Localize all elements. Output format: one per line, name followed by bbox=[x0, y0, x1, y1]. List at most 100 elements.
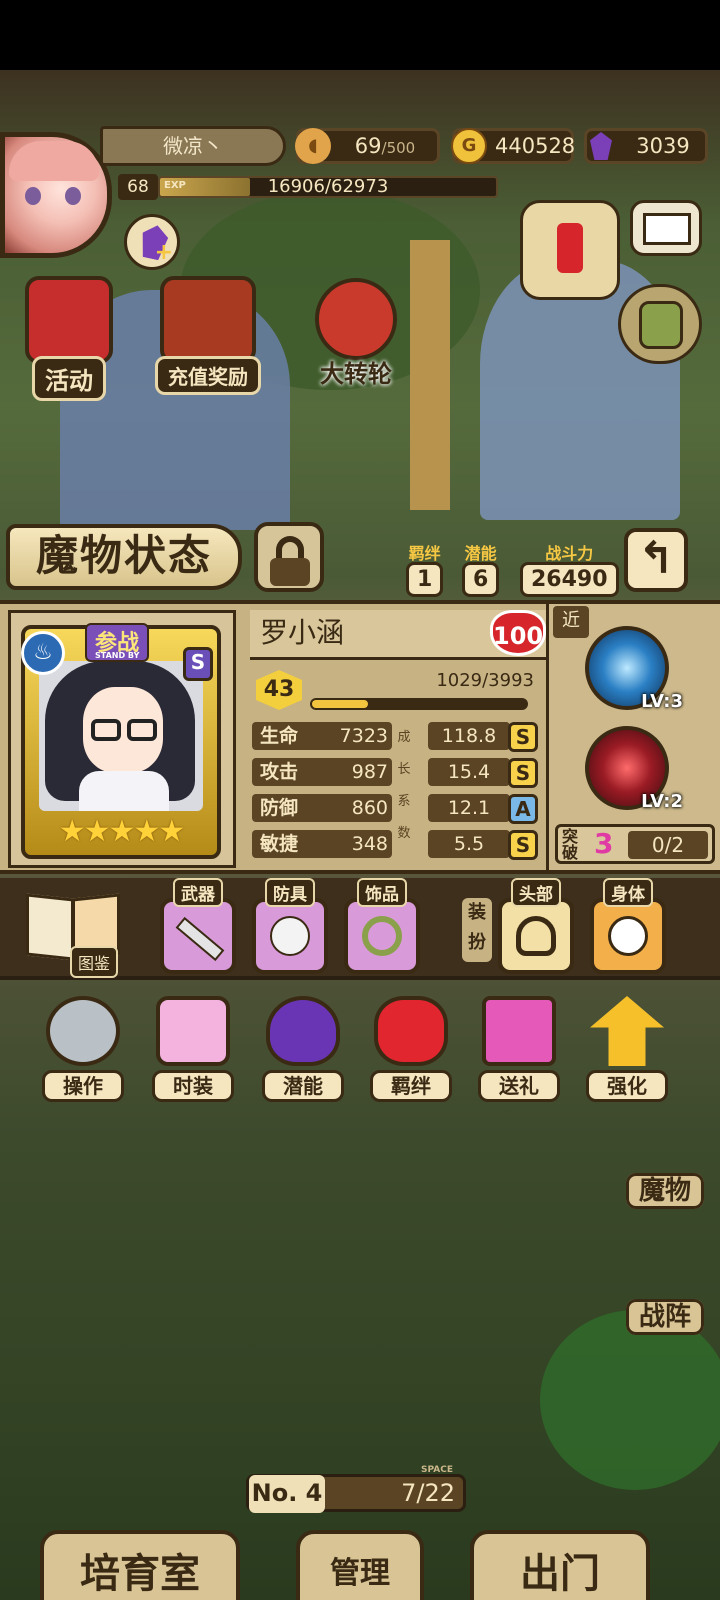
fashion-button[interactable]: 时装 bbox=[150, 990, 236, 1102]
quest-scroll-button[interactable] bbox=[520, 200, 620, 300]
standby-badge: 参战 STAND BY bbox=[85, 623, 150, 662]
expedition-tab[interactable]: 出门 bbox=[470, 1530, 650, 1600]
back-button[interactable]: ↰ bbox=[624, 528, 688, 592]
potential-button[interactable]: 潜能 bbox=[260, 990, 346, 1102]
growth-char: 系 bbox=[397, 794, 411, 809]
player-name[interactable]: 微凉丶 bbox=[100, 126, 286, 166]
monster-info: 罗小涵 100 43 1029/3993 生命 7323 118.8 S 攻击 … bbox=[246, 610, 546, 868]
bond-action-label: 羁绊 bbox=[370, 1070, 452, 1102]
collar-icon bbox=[608, 916, 648, 956]
weapon-slot[interactable]: 武器 bbox=[160, 878, 236, 974]
breakthrough-box[interactable]: 突破 3 0/2 bbox=[555, 824, 715, 864]
growth-char: 成 bbox=[397, 730, 411, 745]
monster-card[interactable]: 参战 STAND BY ♨ S ★★★★★ bbox=[21, 623, 221, 859]
codex-button[interactable]: 图鉴 bbox=[26, 892, 130, 978]
monster-image bbox=[39, 661, 203, 811]
enhance-label: 强化 bbox=[586, 1070, 668, 1102]
weapon-label: 武器 bbox=[173, 878, 223, 907]
monster-exp-bar bbox=[310, 698, 528, 710]
buy-gems-button[interactable]: + bbox=[124, 214, 180, 270]
stat-row-hp: 生命 7323 118.8 S bbox=[252, 722, 538, 752]
armor-slot[interactable]: 防具 bbox=[252, 878, 328, 974]
head-label: 头部 bbox=[511, 878, 561, 907]
game-scene: 微凉丶 ◖ 69/500 G 440528 3039 68 EXP 16906/… bbox=[0, 70, 720, 1600]
ring-icon bbox=[362, 916, 402, 956]
wrench-icon bbox=[175, 916, 225, 962]
body-slot[interactable]: 身体 bbox=[590, 878, 666, 974]
stamina-max: /500 bbox=[381, 139, 416, 157]
stamina-counter[interactable]: ◖ 69/500 bbox=[295, 128, 440, 164]
gold-value: 440528 bbox=[495, 134, 576, 158]
plus-icon: + bbox=[154, 240, 173, 265]
breakthrough-label: 突破 bbox=[562, 827, 579, 862]
recharge-rewards-label: 充值奖励 bbox=[155, 356, 261, 395]
shirt-icon bbox=[156, 996, 230, 1066]
player-exp-bar: EXP 16906/62973 bbox=[158, 176, 498, 198]
gift-box-icon bbox=[25, 276, 113, 364]
stamina-value: 69 bbox=[354, 134, 382, 158]
codex-label: 图鉴 bbox=[70, 946, 119, 978]
monster-detail-panel: 参战 STAND BY ♨ S ★★★★★ 罗小涵 100 43 1029/399… bbox=[0, 600, 720, 874]
growth-char: 数 bbox=[397, 826, 411, 841]
gold-counter[interactable]: G 440528 bbox=[451, 128, 576, 164]
power-value: 26490 bbox=[520, 562, 619, 597]
bottom-bar: No. 4 SPACE 7/22 培育室 管理 出门 bbox=[0, 1400, 720, 1600]
headband-icon bbox=[516, 916, 556, 956]
player-avatar[interactable] bbox=[0, 132, 112, 258]
stat-growth: 15.4 bbox=[428, 758, 510, 786]
fashion-label: 时装 bbox=[152, 1070, 234, 1102]
formation-nav-button[interactable]: 战阵 bbox=[625, 1296, 704, 1335]
monsters-nav-label: 魔物 bbox=[625, 1173, 704, 1209]
growth-char: 长 bbox=[397, 762, 411, 777]
treasure-chest-icon bbox=[160, 276, 256, 364]
bond-chip: 羁绊 1 bbox=[406, 540, 444, 597]
wheel-button[interactable]: 大转轮 bbox=[296, 278, 416, 391]
power-label: 战斗力 bbox=[545, 544, 594, 563]
demon-icon bbox=[266, 996, 340, 1066]
range-badge: 近 bbox=[553, 606, 589, 638]
enhance-button[interactable]: 强化 bbox=[584, 990, 670, 1102]
standby-sub-label: STAND BY bbox=[95, 651, 140, 660]
exclamation-icon bbox=[557, 223, 583, 273]
space-count: 7/22 bbox=[401, 1479, 455, 1507]
lock-icon bbox=[270, 558, 310, 586]
manage-tab[interactable]: 管理 bbox=[296, 1530, 424, 1600]
operation-button[interactable]: 操作 bbox=[40, 990, 126, 1102]
recharge-rewards-button[interactable]: 充值奖励 bbox=[150, 276, 266, 395]
back-arrow-icon: ↰ bbox=[637, 533, 675, 584]
stat-grade: A bbox=[508, 794, 538, 824]
robot-armor-icon bbox=[270, 916, 310, 956]
bond-value: 1 bbox=[406, 562, 444, 597]
bond-button[interactable]: 羁绊 bbox=[368, 990, 454, 1102]
nursery-tab[interactable]: 培育室 bbox=[40, 1530, 240, 1600]
monsters-nav-button[interactable]: 魔物 bbox=[625, 1170, 704, 1209]
action-row: 操作 时装 潜能 羁绊 送礼 强化 bbox=[0, 990, 720, 1110]
backpack-button[interactable] bbox=[618, 284, 702, 364]
events-button[interactable]: 活动 bbox=[14, 276, 124, 401]
gem-icon bbox=[583, 128, 619, 164]
gift-label: 送礼 bbox=[478, 1070, 560, 1102]
skill-slot-2[interactable]: LV:2 bbox=[585, 726, 683, 812]
affection-heart-icon: 100 bbox=[490, 610, 546, 656]
stat-row-agility: 敏捷 348 5.5 S bbox=[252, 830, 538, 860]
monster-level-badge: 43 bbox=[256, 670, 302, 710]
bread-icon: ◖ bbox=[295, 128, 331, 164]
mail-button[interactable] bbox=[630, 200, 702, 256]
gift-button[interactable]: 送礼 bbox=[476, 990, 562, 1102]
slot-number: No. 4 bbox=[249, 1475, 325, 1513]
head-slot[interactable]: 头部 bbox=[498, 878, 574, 974]
player-level: 68 bbox=[118, 174, 158, 200]
potential-label: 潜能 bbox=[464, 544, 497, 563]
upgrade-arrow-icon bbox=[590, 996, 664, 1066]
space-label: SPACE bbox=[421, 1465, 453, 1475]
accessory-slot[interactable]: 饰品 bbox=[344, 878, 420, 974]
stat-value: 7323 bbox=[339, 725, 388, 747]
star-rating: ★★★★★ bbox=[58, 814, 185, 849]
potential-value: 6 bbox=[462, 562, 500, 597]
wheel-label: 大转轮 bbox=[320, 360, 392, 388]
skill-slot-1[interactable]: LV:3 bbox=[585, 626, 683, 712]
monster-exp-text: 1029/3993 bbox=[436, 670, 534, 691]
book-icon bbox=[26, 893, 74, 961]
lock-button[interactable] bbox=[254, 522, 324, 592]
gem-counter[interactable]: 3039 bbox=[584, 128, 708, 164]
